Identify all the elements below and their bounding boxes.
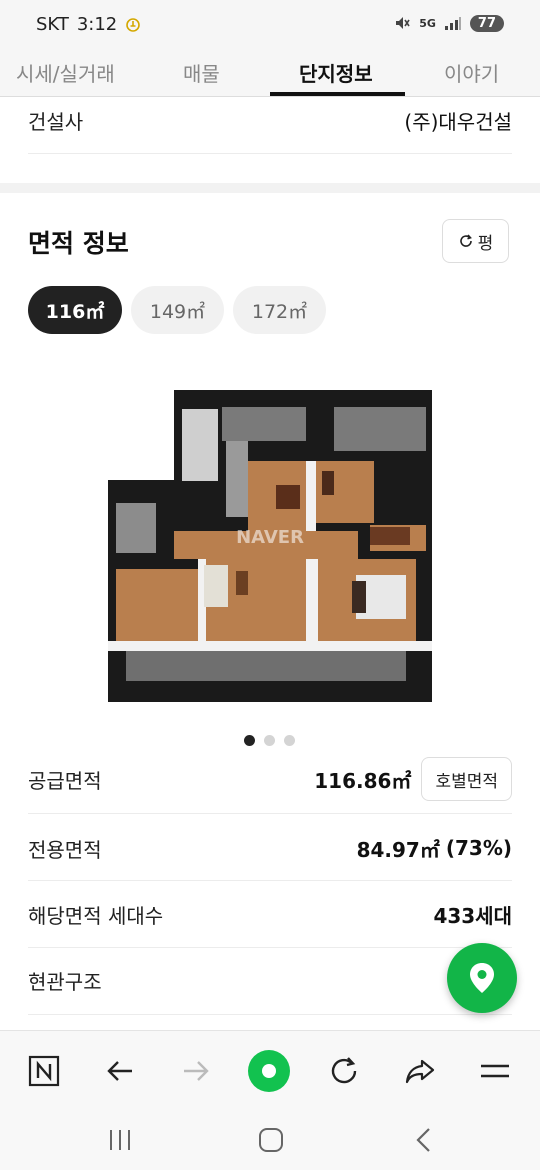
unit-toggle-button[interactable]: 평 [442, 219, 509, 263]
status-left: SKT 3:12 [36, 14, 141, 35]
divider [28, 1014, 512, 1015]
entrance-label: 현관구조 [28, 969, 102, 994]
tab-listings[interactable]: 매물 [183, 58, 220, 97]
mute-icon [396, 17, 410, 29]
unit-toggle-label: 평 [477, 233, 494, 254]
entrance-row: 현관구조 [28, 964, 512, 996]
carousel-dot[interactable] [244, 735, 255, 746]
share-button[interactable] [398, 1049, 442, 1093]
status-right: 5G 77 [393, 14, 504, 32]
supply-area-value: 116.86㎡ [314, 768, 412, 793]
carrier-label: SKT [36, 14, 69, 35]
menu-icon [481, 1064, 509, 1078]
share-icon [405, 1059, 435, 1084]
green-dot-button[interactable] [247, 1049, 291, 1093]
households-value: 433세대 [433, 903, 512, 928]
location-pin-icon [470, 963, 494, 993]
back-button[interactable] [98, 1049, 142, 1093]
builder-label: 건설사 [28, 109, 84, 134]
tab-stories[interactable]: 이야기 [444, 58, 499, 97]
area-chip-116[interactable]: 116㎡ [28, 286, 122, 334]
unit-area-button[interactable]: 호별면적 [421, 757, 512, 801]
map-location-button[interactable] [447, 943, 517, 1013]
exclusive-area-value: 84.97㎡ [356, 837, 440, 862]
tab-bar: 시세/실거래 매물 단지정보 이야기 [0, 52, 540, 97]
carousel-dot[interactable] [284, 735, 295, 746]
active-tab-indicator [270, 92, 405, 96]
carousel-dot[interactable] [264, 735, 275, 746]
network-label: 5G [419, 16, 436, 30]
notification-icon [126, 17, 141, 32]
supply-area-value-group: 116.86㎡ 호별면적 [314, 757, 512, 801]
area-chip-172[interactable]: 172㎡ [233, 286, 326, 334]
system-back-button[interactable] [404, 1120, 444, 1160]
exclusive-area-ratio: (73%) [445, 836, 512, 860]
builder-row: 건설사 (주)대우건설 [28, 104, 512, 136]
households-row: 해당면적 세대수 433세대 [28, 898, 512, 930]
divider [28, 813, 512, 814]
battery-level: 77 [469, 14, 504, 32]
divider [28, 947, 512, 948]
supply-area-row: 공급면적 116.86㎡ 호별면적 [28, 757, 512, 801]
home-icon [259, 1128, 283, 1152]
back-arrow-icon [107, 1061, 132, 1081]
system-nav-bar [0, 1108, 540, 1170]
recent-apps-button[interactable] [100, 1120, 140, 1160]
floorplan-image[interactable]: NAVER [108, 385, 432, 703]
signal-icon [444, 17, 461, 30]
forward-arrow-icon [184, 1061, 209, 1081]
divider [28, 153, 512, 154]
builder-value: (주)대우건설 [404, 109, 512, 134]
menu-button[interactable] [473, 1049, 517, 1093]
carousel-indicator [244, 735, 295, 746]
supply-area-label: 공급면적 [28, 768, 102, 793]
section-title: 면적 정보 [28, 229, 129, 258]
home-button[interactable] [251, 1120, 291, 1160]
refresh-icon [331, 1057, 357, 1084]
back-icon [416, 1128, 430, 1152]
status-bar: SKT 3:12 5G 77 [0, 0, 540, 52]
section-gap [0, 183, 540, 193]
exclusive-area-value-group: 84.97㎡ (73%) [357, 834, 512, 863]
area-chip-149[interactable]: 149㎡ [131, 286, 224, 334]
refresh-small-icon [459, 234, 472, 247]
exclusive-area-row: 전용면적 84.97㎡ (73%) [28, 832, 512, 864]
clock: 3:12 [76, 14, 118, 35]
recent-apps-icon [110, 1130, 130, 1150]
green-dot-icon [248, 1050, 290, 1092]
tab-price[interactable]: 시세/실거래 [16, 58, 115, 97]
divider [28, 880, 512, 881]
households-label: 해당면적 세대수 [28, 903, 164, 928]
watermark-text: NAVER [236, 527, 304, 548]
forward-button[interactable] [174, 1049, 218, 1093]
refresh-button[interactable] [322, 1049, 366, 1093]
browser-toolbar [0, 1030, 540, 1108]
naver-home-button[interactable] [22, 1049, 66, 1093]
exclusive-area-label: 전용면적 [28, 837, 102, 862]
naver-home-icon [28, 1055, 60, 1087]
